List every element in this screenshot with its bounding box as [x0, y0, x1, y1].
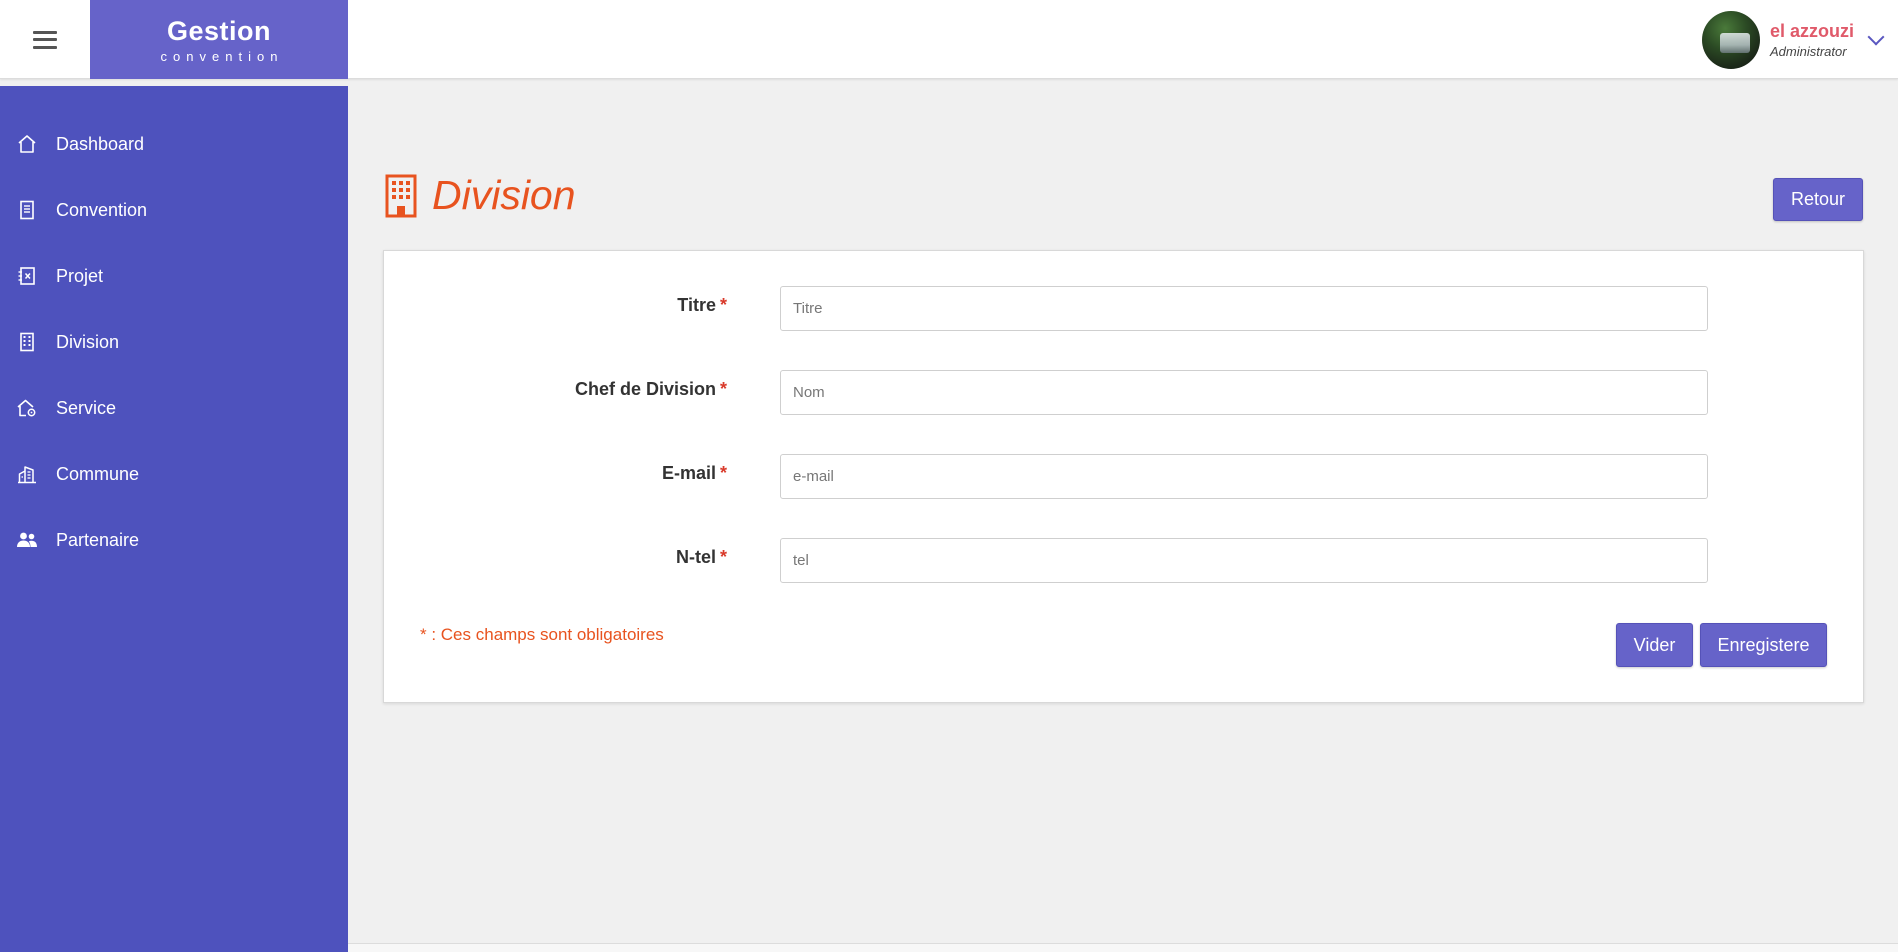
required-note: * : Ces champs sont obligatoires — [420, 625, 664, 644]
field-label-text: N-tel — [675, 547, 716, 567]
sidebar-item-label: Division — [56, 331, 120, 352]
building-icon — [384, 174, 418, 218]
sidebar-item-partenaire[interactable]: Partenaire — [0, 507, 348, 573]
brand-logo[interactable]: Gestion convention — [90, 0, 348, 79]
clear-button[interactable]: Vider — [1616, 623, 1693, 667]
form-row-titre: Titre * — [384, 286, 1863, 331]
users-icon — [16, 529, 38, 551]
form-row-tel: N-tel * — [384, 538, 1863, 583]
sidebar-item-label: Partenaire — [56, 529, 140, 550]
sidebar-item-division[interactable]: Division — [0, 309, 348, 375]
tel-input[interactable] — [780, 538, 1708, 583]
brand-subtitle: convention — [160, 49, 284, 64]
user-role: Administrator — [1769, 43, 1847, 59]
sidebar-item-dashboard[interactable]: Dashboard — [0, 111, 348, 177]
required-marker: * — [719, 547, 727, 567]
sidebar-item-projet[interactable]: Projet — [0, 243, 348, 309]
sidebar-item-label: Commune — [56, 463, 140, 484]
chef-division-input[interactable] — [780, 370, 1708, 415]
user-info: el azzouzi Administrator — [1770, 21, 1854, 59]
email-input[interactable] — [780, 454, 1708, 499]
home-icon — [16, 133, 38, 155]
avatar — [1701, 10, 1760, 69]
field-label: Chef de Division * — [575, 379, 727, 400]
back-button[interactable]: Retour — [1773, 178, 1863, 221]
user-menu[interactable]: el azzouzi Administrator — [1701, 0, 1898, 79]
city-icon — [16, 463, 38, 485]
field-label: N-tel * — [676, 547, 727, 568]
division-form: Titre* Chef de Division* E-mail* N-tel* … — [383, 250, 1864, 703]
sidebar-item-commune[interactable]: Commune — [0, 441, 348, 507]
brand-title: Gestion — [166, 16, 271, 46]
field-label-text: E-mail — [661, 463, 716, 483]
sidebar-item-label: Convention — [56, 199, 148, 220]
titre-input[interactable] — [780, 286, 1708, 331]
sidebar-item-service[interactable]: Service — [0, 375, 348, 441]
chevron-down-icon[interactable] — [1867, 28, 1885, 45]
top-bar: Gestion convention el azzouzi Administra… — [0, 0, 1898, 79]
save-button[interactable]: Enregistere — [1700, 623, 1827, 667]
form-row-chef: Chef de Division * — [384, 370, 1863, 415]
building-icon — [16, 331, 38, 353]
required-marker: * — [719, 295, 727, 315]
form-row-email: E-mail * — [384, 454, 1863, 499]
field-label-text: Chef de Division — [574, 379, 716, 399]
footer — [348, 943, 1898, 952]
field-label: E-mail * — [662, 463, 727, 484]
sidebar-item-label: Dashboard — [56, 133, 145, 154]
document-icon — [16, 199, 38, 221]
required-marker: * — [719, 463, 727, 483]
hamburger-icon — [33, 30, 57, 49]
project-icon — [16, 265, 38, 287]
user-name: el azzouzi — [1769, 20, 1854, 41]
sidebar: Dashboard Convention Projet Division Ser… — [0, 86, 348, 952]
menu-toggle-button[interactable] — [0, 0, 90, 79]
sidebar-item-label: Projet — [56, 265, 104, 286]
house-gear-icon — [16, 397, 38, 419]
field-label: Titre * — [677, 295, 727, 316]
sidebar-item-convention[interactable]: Convention — [0, 177, 348, 243]
required-marker: * — [719, 379, 727, 399]
field-label-text: Titre — [677, 295, 716, 315]
page-header: Division — [384, 172, 576, 219]
page-title: Division — [432, 172, 576, 218]
sidebar-item-label: Service — [56, 397, 117, 418]
